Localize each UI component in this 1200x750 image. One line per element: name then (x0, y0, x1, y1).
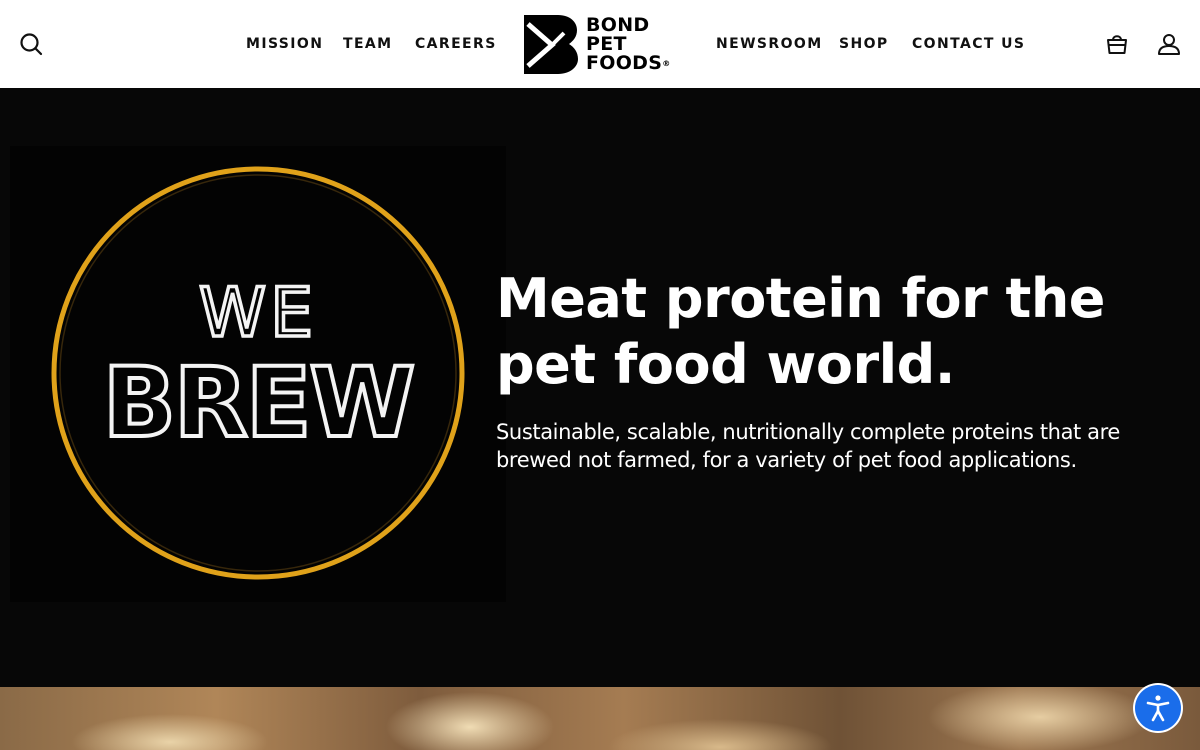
logo-foods-text: FOODS (586, 51, 663, 74)
we-brew-neon-image: WE BREW (10, 146, 506, 602)
hero-subtitle: Sustainable, scalable, nutritionally com… (496, 420, 1120, 472)
neon-text-we: WE (199, 274, 317, 353)
accessibility-button[interactable] (1135, 685, 1181, 731)
nav-contact-us[interactable]: CONTACT US (912, 35, 1025, 53)
hero-title: Meat protein for the pet food world. (496, 267, 1105, 396)
nav-newsroom[interactable]: NEWSROOM (716, 35, 823, 53)
account-button[interactable] (1156, 31, 1182, 57)
nav-careers[interactable]: CAREERS (415, 35, 497, 53)
site-header: MISSION TEAM CAREERS BOND PET FOODS® NEW… (0, 0, 1200, 88)
nav-shop[interactable]: SHOP (839, 35, 889, 53)
accessibility-icon (1146, 695, 1170, 722)
bond-pet-foods-logo[interactable]: BOND PET FOODS® (524, 14, 676, 74)
shopping-bag-icon (1107, 35, 1127, 54)
logo-wordmark: BOND PET FOODS® (586, 13, 671, 74)
nav-team[interactable]: TEAM (343, 35, 392, 53)
logo-mark-icon (524, 14, 578, 74)
logo-line-foods: FOODS® (586, 51, 671, 74)
neon-text-brew: BREW (103, 347, 414, 459)
user-icon (1158, 34, 1180, 55)
pet-food-photo (0, 687, 1200, 750)
hero-section: WE BREW Meat protein for the pet food wo… (0, 88, 1200, 687)
search-button[interactable] (18, 31, 44, 57)
neon-sign-graphic: WE BREW (51, 166, 465, 580)
registered-mark: ® (662, 58, 671, 68)
nav-mission[interactable]: MISSION (246, 35, 323, 53)
logo-line-bond: BOND (586, 13, 650, 36)
search-icon (20, 33, 43, 56)
cart-button[interactable] (1104, 31, 1130, 57)
